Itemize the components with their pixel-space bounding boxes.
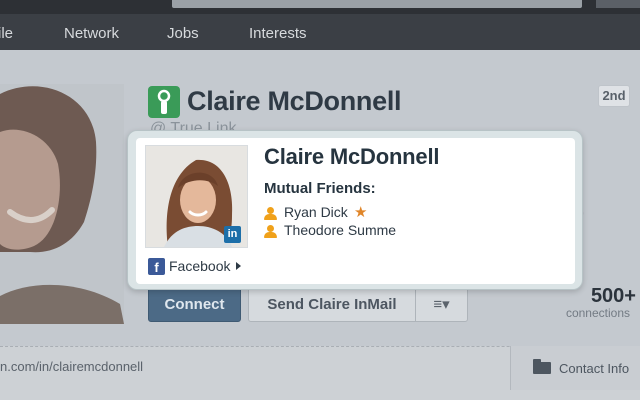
facebook-icon[interactable]: f	[148, 258, 165, 275]
mutual-friend-name: Ryan Dick	[284, 204, 348, 220]
person-icon	[264, 207, 277, 220]
true-link-pin-icon	[148, 86, 180, 118]
profile-url[interactable]: n.com/in/clairemcdonnell	[0, 359, 143, 374]
connections-label: connections	[565, 306, 630, 320]
chevron-right-icon[interactable]	[236, 262, 241, 270]
contact-info-label: Contact Info	[559, 361, 630, 376]
mutual-friends-heading: Mutual Friends:	[264, 180, 376, 197]
folder-icon	[533, 359, 551, 374]
nav-item-jobs[interactable]: Jobs	[167, 25, 199, 42]
mutual-friend-name: Theodore Summe	[284, 222, 397, 238]
top-bar	[0, 0, 640, 14]
card-name: Claire McDonnell	[264, 144, 440, 169]
connection-degree-badge: 2nd	[598, 85, 630, 107]
profile-photo	[0, 84, 124, 324]
contact-info-button[interactable]: Contact Info	[510, 346, 640, 390]
nav-item-interests[interactable]: Interests	[249, 25, 307, 42]
more-actions-menu-button[interactable]: ≡▾	[415, 287, 468, 322]
nav-bar: ile Network Jobs Interests	[0, 14, 640, 50]
nav-item-profile[interactable]: ile	[0, 25, 13, 42]
nav-item-network[interactable]: Network	[64, 25, 119, 42]
connections-count: 500+	[590, 285, 636, 307]
connect-button[interactable]: Connect	[148, 287, 241, 322]
linkedin-icon[interactable]: in	[224, 226, 241, 243]
star-icon: ★	[354, 204, 368, 221]
person-icon	[264, 225, 277, 238]
send-inmail-button[interactable]: Send Claire InMail	[248, 287, 416, 322]
facebook-link[interactable]: Facebook	[169, 258, 230, 274]
search-bar[interactable]	[172, 0, 582, 8]
top-bar-button[interactable]	[596, 0, 640, 8]
profile-name: Claire McDonnell	[187, 86, 402, 116]
